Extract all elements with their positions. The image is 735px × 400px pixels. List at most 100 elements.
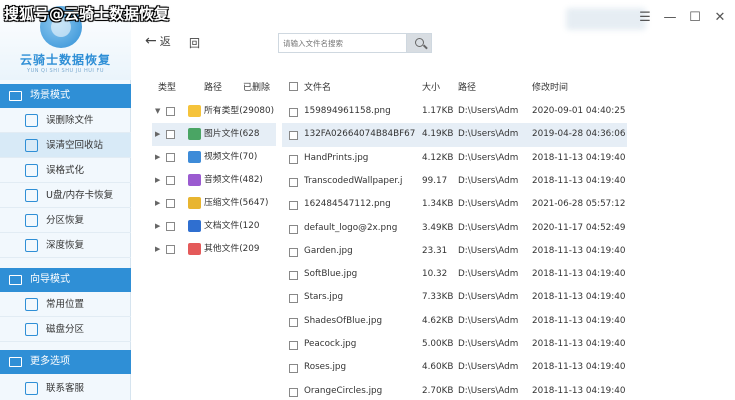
row-checkbox[interactable]	[289, 317, 298, 327]
row-checkbox[interactable]	[289, 131, 298, 141]
row-checkbox[interactable]	[289, 108, 298, 117]
row-checkbox[interactable]	[289, 201, 298, 211]
maximize-icon[interactable]: ☐	[688, 10, 702, 26]
tree-item[interactable]: ▶ 其他文件(209	[152, 238, 276, 261]
row-checkbox[interactable]	[289, 177, 298, 187]
cell-name: Roses.jpg	[304, 362, 347, 373]
monitor-icon	[9, 91, 22, 101]
column-header-size[interactable]: 大小	[422, 80, 440, 93]
file-table: 文件名 大小 路径 修改时间 159894961158.png 1.17KB D:\…	[282, 74, 735, 400]
headset-icon	[25, 382, 38, 395]
row-checkbox[interactable]	[289, 247, 298, 257]
tree-header-type[interactable]: 类型	[158, 80, 176, 93]
search-input[interactable]	[278, 33, 406, 53]
table-row[interactable]: Peacock.jpg 5.00KB D:\Users\Adm 2018-11-13 …	[282, 333, 735, 356]
row-checkbox[interactable]	[289, 364, 298, 374]
tree-header-deleted[interactable]: 已删除	[243, 80, 270, 93]
cell-path: D:\Users\Adm	[458, 175, 519, 186]
expand-arrow-icon[interactable]: ▶	[155, 192, 160, 215]
table-row[interactable]: 159894961158.png 1.17KB D:\Users\Adm 2020-0…	[282, 100, 735, 123]
sidebar-item-usb-card[interactable]: U盘/内存卡恢复	[0, 183, 131, 208]
tree-item[interactable]: ▶ 压缩文件(5647)	[152, 192, 276, 215]
table-row[interactable]: OrangeCircles.jpg 2.70KB D:\Users\Adm 2018-…	[282, 380, 735, 400]
table-row[interactable]: 132FA02664074B84BF67 4.19KB D:\Users\Adm 20…	[282, 123, 627, 147]
sidebar-item-recycle-bin[interactable]: 误清空回收站	[0, 133, 131, 158]
minimize-icon[interactable]: —	[663, 10, 677, 26]
tree-checkbox[interactable]	[166, 130, 175, 139]
row-checkbox[interactable]	[289, 224, 298, 234]
cell-mtime: 2018-11-13 04:19:40	[532, 175, 626, 186]
table-row[interactable]: 162484547112.png 1.34KB D:\Users\Adm 2021-0…	[282, 193, 735, 216]
tree-checkbox[interactable]	[166, 245, 175, 254]
tree-item[interactable]: ▼ 所有类型(29080)	[152, 100, 276, 123]
select-all-checkbox[interactable]	[289, 82, 298, 91]
cell-path: D:\Users\Adm	[458, 152, 519, 163]
cell-size: 3.49KB	[422, 222, 454, 233]
table-row[interactable]: HandPrints.jpg 4.12KB D:\Users\Adm 2018-11-…	[282, 147, 735, 170]
tree-item-label: 文档文件(120	[204, 221, 260, 231]
sidebar-item-format[interactable]: 误格式化	[0, 158, 131, 183]
cell-size: 1.17KB	[422, 106, 454, 116]
tree-checkbox[interactable]	[166, 107, 175, 116]
sidebar-item-common-location[interactable]: 常用位置	[0, 292, 131, 317]
expand-arrow-icon[interactable]: ▶	[155, 123, 160, 146]
cell-size: 7.33KB	[422, 292, 454, 303]
row-checkbox[interactable]	[289, 271, 298, 281]
doc-icon	[188, 220, 201, 232]
sidebar-item-contact-support[interactable]: 联系客服	[0, 376, 131, 400]
section-wizard-mode[interactable]: 向导模式	[0, 268, 131, 292]
expand-arrow-icon[interactable]: ▶	[155, 215, 160, 238]
expand-arrow-icon[interactable]: ▶	[155, 238, 160, 261]
table-row[interactable]: TranscodedWallpaper.j 99.17 D:\Users\Adm 20…	[282, 170, 735, 193]
expand-arrow-icon[interactable]: ▶	[155, 146, 160, 169]
tree-item[interactable]: ▶ 图片文件(628	[152, 123, 276, 146]
tree-item[interactable]: ▶ 文档文件(120	[152, 215, 276, 238]
tree-checkbox[interactable]	[166, 222, 175, 231]
tree-checkbox[interactable]	[166, 199, 175, 208]
sidebar-item-deleted-files[interactable]: 误删除文件	[0, 108, 131, 133]
return-button[interactable]: 回	[189, 35, 200, 51]
folder-icon	[188, 105, 201, 117]
sidebar-item-deep-recovery[interactable]: 深度恢复	[0, 233, 131, 258]
column-header-mtime[interactable]: 修改时间	[532, 80, 568, 93]
table-row[interactable]: Stars.jpg 7.33KB D:\Users\Adm 2018-11-13 04…	[282, 286, 735, 309]
cell-path: D:\Users\Adm	[458, 129, 519, 140]
column-header-name[interactable]: 文件名	[304, 80, 331, 93]
tree-header-path[interactable]: 路径	[204, 80, 222, 93]
tree-checkbox[interactable]	[166, 153, 175, 162]
watermark: 搜狐号@云骑士数据恢复	[4, 5, 170, 23]
row-checkbox[interactable]	[289, 341, 298, 350]
menu-icon	[9, 357, 22, 367]
deep-scan-icon	[25, 239, 38, 252]
table-row[interactable]: SoftBlue.jpg 10.32 D:\Users\Adm 2018-11-13 …	[282, 263, 735, 286]
cell-mtime: 2018-11-13 04:19:40	[532, 385, 626, 396]
column-header-path[interactable]: 路径	[458, 80, 476, 93]
expand-arrow-icon[interactable]: ▼	[155, 100, 160, 123]
close-icon[interactable]: ✕	[713, 10, 727, 26]
file-icon	[25, 114, 38, 127]
cell-path: D:\Users\Adm	[458, 269, 519, 280]
cell-size: 4.62KB	[422, 315, 454, 326]
table-row[interactable]: Garden.jpg 23.31 D:\Users\Adm 2018-11-13 04…	[282, 240, 735, 263]
sidebar-item-partition[interactable]: 分区恢复	[0, 208, 131, 233]
table-row[interactable]: default_logo@2x.png 3.49KB D:\Users\Adm 202…	[282, 217, 735, 240]
expand-arrow-icon[interactable]: ▶	[155, 169, 160, 192]
tree-item[interactable]: ▶ 视频文件(70)	[152, 146, 276, 169]
other-icon	[188, 243, 201, 255]
menu-icon[interactable]: ☰	[638, 10, 652, 26]
logo-title: 云骑士数据恢复	[19, 53, 111, 67]
section-scene-mode[interactable]: 场景模式	[0, 84, 131, 108]
row-checkbox[interactable]	[289, 387, 298, 397]
tree-checkbox[interactable]	[166, 176, 175, 185]
row-checkbox[interactable]	[289, 294, 298, 304]
search-button[interactable]	[406, 33, 432, 53]
table-row[interactable]: ShadesOfBlue.jpg 4.62KB D:\Users\Adm 2018-1…	[282, 310, 735, 333]
back-button[interactable]: ← 返	[145, 33, 171, 49]
sidebar-item-disk-partition[interactable]: 磁盘分区	[0, 317, 131, 342]
row-checkbox[interactable]	[289, 154, 298, 164]
cell-name: HandPrints.jpg	[304, 152, 369, 163]
table-row[interactable]: Roses.jpg 4.60KB D:\Users\Adm 2018-11-13 04…	[282, 356, 735, 379]
tree-item[interactable]: ▶ 音频文件(482)	[152, 169, 276, 192]
usb-icon	[25, 189, 38, 202]
section-more-options[interactable]: 更多选项	[0, 350, 131, 374]
